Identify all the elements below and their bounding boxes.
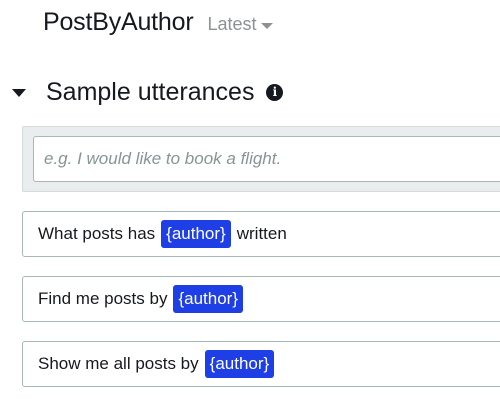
utterance-text: What posts has [38, 224, 156, 243]
caret-down-icon [12, 88, 26, 97]
utterance-text: Show me all posts by [38, 354, 199, 373]
caret-down-icon [260, 23, 273, 29]
version-dropdown[interactable]: Latest [207, 14, 273, 35]
intent-editor: PostByAuthor Latest Sample utterances i … [0, 0, 500, 412]
intent-name: PostByAuthor [43, 8, 194, 36]
new-utterance-input[interactable] [33, 136, 500, 182]
utterance-row[interactable]: What posts has {author} written [22, 211, 500, 257]
slot-chip[interactable]: {author} [173, 285, 244, 313]
utterance-row[interactable]: Find me posts by {author} [22, 276, 500, 322]
intent-header: PostByAuthor Latest [43, 8, 273, 37]
utterance-row[interactable]: Show me all posts by {author} [22, 341, 500, 387]
utterance-text: Find me posts by [38, 289, 168, 308]
section-title: Sample utterances [46, 78, 255, 106]
sample-utterances-toggle[interactable]: Sample utterances i [12, 78, 284, 107]
slot-chip[interactable]: {author} [204, 350, 275, 378]
version-label: Latest [207, 14, 257, 34]
new-utterance-panel [22, 126, 500, 192]
slot-chip[interactable]: {author} [161, 220, 231, 248]
info-icon[interactable]: i [266, 84, 284, 101]
utterance-text: written [236, 224, 287, 243]
